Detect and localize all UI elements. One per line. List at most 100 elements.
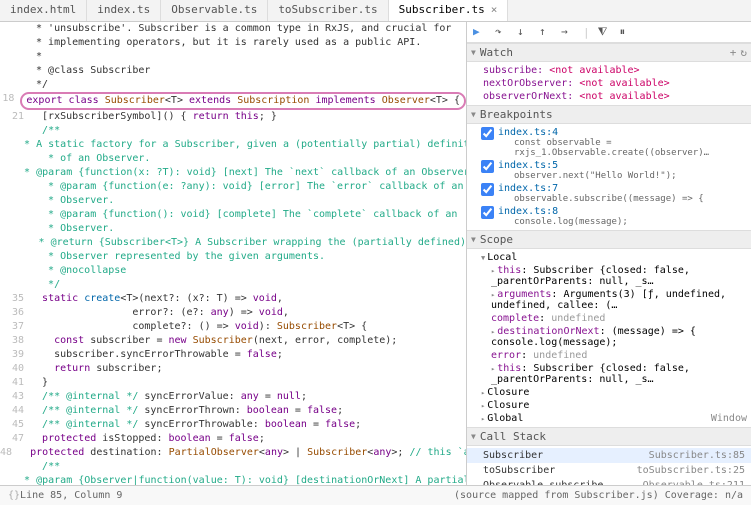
line-number: 40	[0, 362, 30, 376]
code-line[interactable]: 36 error?: (e?: any) => void,	[0, 306, 466, 320]
breakpoint-item[interactable]: index.ts:5observer.next("Hello World!");	[467, 159, 751, 182]
code-editor[interactable]: * 'unsubscribe'. Subscriber is a common …	[0, 22, 466, 485]
breakpoints-title: Breakpoints	[480, 108, 553, 121]
step-over-icon[interactable]: ↷	[495, 25, 509, 39]
code-line[interactable]: 41 }	[0, 376, 466, 390]
code-line[interactable]: 45 /** @internal */ syncErrorThrowable: …	[0, 418, 466, 432]
code-line[interactable]: 40 return subscriber;	[0, 362, 466, 376]
refresh-watch-icon[interactable]: ↻	[740, 46, 747, 59]
code-content: [rxSubscriberSymbol]() { return this; }	[30, 110, 277, 124]
bracket-icon: {}	[8, 490, 20, 501]
watch-item[interactable]: nextOrObserver: <not available>	[467, 77, 751, 90]
line-number	[0, 264, 30, 278]
code-content: /**	[30, 460, 60, 474]
code-line[interactable]: 37 complete?: () => void): Subscriber<T>…	[0, 320, 466, 334]
code-content: */	[30, 278, 60, 292]
line-number	[0, 22, 30, 36]
code-line[interactable]: * implementing operators, but it is rare…	[0, 36, 466, 50]
scope-variable[interactable]: ▸arguments: Arguments(3) [ƒ, undefined, …	[467, 288, 751, 312]
code-line[interactable]: 47 protected isStopped: boolean = false;	[0, 432, 466, 446]
code-line[interactable]: * @nocollapse	[0, 264, 466, 278]
close-icon[interactable]: ×	[491, 3, 498, 16]
scope-closure[interactable]: ▸Closure	[467, 386, 751, 399]
code-line[interactable]: * @class Subscriber	[0, 64, 466, 78]
callstack-frame[interactable]: SubscriberSubscriber.ts:85	[467, 448, 751, 463]
code-line[interactable]: 38 const subscriber = new Subscriber(nex…	[0, 334, 466, 348]
code-content: * A static factory for a Subscriber, giv…	[6, 138, 466, 152]
add-watch-icon[interactable]: +	[730, 46, 737, 59]
code-line[interactable]: * Observer.	[0, 222, 466, 236]
code-line[interactable]: * of an Observer.	[0, 152, 466, 166]
code-line[interactable]: *	[0, 50, 466, 64]
code-line[interactable]: * Observer represented by the given argu…	[0, 250, 466, 264]
code-line[interactable]: /**	[0, 460, 466, 474]
callstack-frame[interactable]: toSubscribertoSubscriber.ts:25	[467, 463, 751, 478]
callstack-frame[interactable]: Observable.subscribeObservable.ts:211	[467, 478, 751, 485]
scope-variable[interactable]: ▸this: Subscriber {closed: false, _paren…	[467, 362, 751, 386]
breakpoint-checkbox[interactable]	[481, 183, 494, 196]
code-line[interactable]: 39 subscriber.syncErrorThrowable = false…	[0, 348, 466, 362]
code-line[interactable]: * Observer.	[0, 194, 466, 208]
step-icon[interactable]: →	[561, 25, 575, 39]
code-content: *	[30, 50, 42, 64]
code-line[interactable]: */	[0, 278, 466, 292]
pause-exceptions-icon[interactable]: ⏸	[620, 25, 634, 39]
code-line[interactable]: * @param {function(): void} [complete] T…	[0, 208, 466, 222]
resume-icon[interactable]: ▶	[473, 25, 487, 39]
line-number: 41	[0, 376, 30, 390]
code-line[interactable]: 44 /** @internal */ syncErrorThrown: boo…	[0, 404, 466, 418]
breakpoints-body: index.ts:4const observable = rxjs_1.Obse…	[467, 124, 751, 230]
code-line[interactable]: * 'unsubscribe'. Subscriber is a common …	[0, 22, 466, 36]
scope-closure[interactable]: ▸Closure	[467, 399, 751, 412]
step-out-icon[interactable]: ↑	[539, 25, 553, 39]
breakpoint-checkbox[interactable]	[481, 160, 494, 173]
code-line[interactable]: * A static factory for a Subscriber, giv…	[0, 138, 466, 152]
tab-Observable-ts[interactable]: Observable.ts	[161, 0, 268, 21]
code-line[interactable]: 43 /** @internal */ syncErrorValue: any …	[0, 390, 466, 404]
code-content: * implementing operators, but it is rare…	[30, 36, 421, 50]
tab-Subscriber-ts[interactable]: Subscriber.ts×	[389, 0, 509, 21]
code-line[interactable]: 18export class Subscriber<T> extends Sub…	[0, 92, 466, 110]
tab-toSubscriber-ts[interactable]: toSubscriber.ts	[268, 0, 388, 21]
code-line[interactable]: 21 [rxSubscriberSymbol]() { return this;…	[0, 110, 466, 124]
chevron-down-icon: ▼	[471, 110, 476, 119]
code-line[interactable]: 48 protected destination: PartialObserve…	[0, 446, 466, 460]
breakpoints-header[interactable]: ▼ Breakpoints	[467, 105, 751, 124]
watch-title: Watch	[480, 46, 513, 59]
code-line[interactable]: 35 static create<T>(next?: (x?: T) => vo…	[0, 292, 466, 306]
code-content: * Observer.	[30, 194, 114, 208]
breakpoint-item[interactable]: index.ts:8console.log(message);	[467, 205, 751, 228]
breakpoint-checkbox[interactable]	[481, 127, 494, 140]
line-number: 48	[0, 446, 18, 460]
scope-variable[interactable]: complete: undefined	[467, 312, 751, 325]
code-line[interactable]: * @param {Observer|function(value: T): v…	[0, 474, 466, 485]
scope-local[interactable]: ▼Local	[467, 251, 751, 264]
code-line[interactable]: * @param {function(e: ?any): void} [erro…	[0, 180, 466, 194]
callstack-header[interactable]: ▼ Call Stack	[467, 427, 751, 446]
tab-index-html[interactable]: index.html	[0, 0, 87, 21]
scope-header[interactable]: ▼ Scope	[467, 230, 751, 249]
scope-variable[interactable]: ▸this: Subscriber {closed: false, _paren…	[467, 264, 751, 288]
watch-item[interactable]: subscribe: <not available>	[467, 64, 751, 77]
code-line[interactable]: * @return {Subscriber<T>} A Subscriber w…	[0, 236, 466, 250]
statusbar: {} Line 85, Column 9 (source mapped from…	[0, 485, 751, 505]
code-content: * of an Observer.	[30, 152, 150, 166]
tab-index-ts[interactable]: index.ts	[87, 0, 161, 21]
deactivate-bp-icon[interactable]: ⧨	[598, 25, 612, 39]
code-line[interactable]: * @param {function(x: ?T): void} [next] …	[0, 166, 466, 180]
scope-variable[interactable]: error: undefined	[467, 349, 751, 362]
code-line[interactable]: /**	[0, 124, 466, 138]
code-content: * 'unsubscribe'. Subscriber is a common …	[30, 22, 451, 36]
breakpoint-item[interactable]: index.ts:7observable.subscribe((message)…	[467, 182, 751, 205]
code-content: return subscriber;	[30, 362, 162, 376]
watch-item[interactable]: observerOrNext: <not available>	[467, 90, 751, 103]
scope-variable[interactable]: ▸destinationOrNext: (message) => { conso…	[467, 325, 751, 349]
code-content: * Observer.	[30, 222, 114, 236]
code-line[interactable]: */	[0, 78, 466, 92]
watch-header[interactable]: ▼ Watch + ↻	[467, 43, 751, 62]
scope-global[interactable]: ▸GlobalWindow	[467, 412, 751, 425]
code-content: */	[30, 78, 48, 92]
breakpoint-item[interactable]: index.ts:4const observable = rxjs_1.Obse…	[467, 126, 751, 159]
step-into-icon[interactable]: ↓	[517, 25, 531, 39]
breakpoint-checkbox[interactable]	[481, 206, 494, 219]
